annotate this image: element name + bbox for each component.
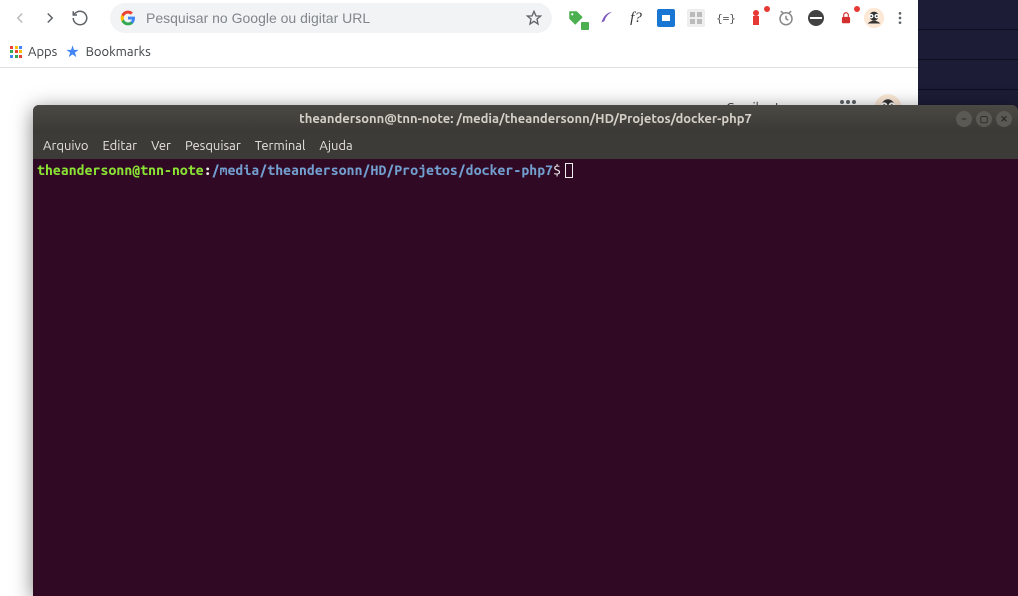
bookmarks-bar: Apps ★ Bookmarks	[0, 36, 918, 68]
menu-ajuda[interactable]: Ajuda	[319, 139, 352, 153]
menu-ver[interactable]: Ver	[151, 139, 171, 153]
prompt-user-host: theandersonn@tnn-note	[37, 162, 204, 178]
alarm-icon[interactable]	[776, 8, 796, 28]
terminal-window: theandersonn@tnn-note: /media/theanderso…	[33, 105, 1018, 596]
terminal-title: theandersonn@tnn-note: /media/theanderso…	[299, 112, 752, 126]
extension-icons: f? {=}	[562, 8, 860, 28]
window-controls: – ▢ ✕	[956, 111, 1012, 127]
menu-pesquisar[interactable]: Pesquisar	[185, 139, 241, 153]
gray-grid-icon[interactable]	[686, 8, 706, 28]
apps-icon	[10, 46, 22, 58]
blue-square-icon[interactable]	[656, 8, 676, 28]
omnibox[interactable]	[110, 3, 552, 33]
bookmarks-shortcut[interactable]: ★ Bookmarks	[65, 42, 150, 61]
star-icon: ★	[65, 42, 79, 61]
terminal-body[interactable]: theandersonn@tnn-note:/media/theanderson…	[33, 159, 1018, 596]
reload-button[interactable]	[66, 4, 94, 32]
prompt-path: /media/theandersonn/HD/Projetos/docker-p…	[212, 162, 553, 178]
prompt-symbol: $	[553, 162, 561, 178]
chrome-menu-button[interactable]	[888, 6, 912, 30]
apps-shortcut[interactable]: Apps	[10, 45, 57, 59]
menu-editar[interactable]: Editar	[102, 139, 137, 153]
green-tag-icon[interactable]	[566, 8, 586, 28]
back-button[interactable]	[6, 4, 34, 32]
red-lock-icon[interactable]	[836, 8, 856, 28]
menu-arquivo[interactable]: Arquivo	[43, 139, 88, 153]
profile-avatar-small[interactable]	[862, 6, 886, 30]
terminal-menubar: Arquivo Editar Ver Pesquisar Terminal Aj…	[33, 133, 1018, 159]
google-g-icon	[120, 10, 136, 26]
prompt-colon: :	[204, 162, 212, 178]
omnibox-input[interactable]	[146, 10, 526, 26]
red-figure-icon[interactable]	[746, 8, 766, 28]
terminal-titlebar[interactable]: theandersonn@tnn-note: /media/theanderso…	[33, 105, 1018, 133]
minimize-button[interactable]: –	[956, 111, 972, 127]
f-question-icon[interactable]: f?	[626, 8, 646, 28]
close-button[interactable]: ✕	[996, 111, 1012, 127]
maximize-button[interactable]: ▢	[976, 111, 992, 127]
uban-icon[interactable]	[806, 8, 826, 28]
menu-terminal[interactable]: Terminal	[255, 139, 306, 153]
purple-feather-icon[interactable]	[596, 8, 616, 28]
bookmarks-label: Bookmarks	[86, 45, 151, 59]
chrome-toolbar: f? {=}	[0, 0, 918, 36]
apps-label: Apps	[28, 45, 57, 59]
terminal-cursor	[565, 163, 573, 178]
braces-icon[interactable]: {=}	[716, 8, 736, 28]
forward-button[interactable]	[36, 4, 64, 32]
star-icon[interactable]	[526, 10, 542, 26]
